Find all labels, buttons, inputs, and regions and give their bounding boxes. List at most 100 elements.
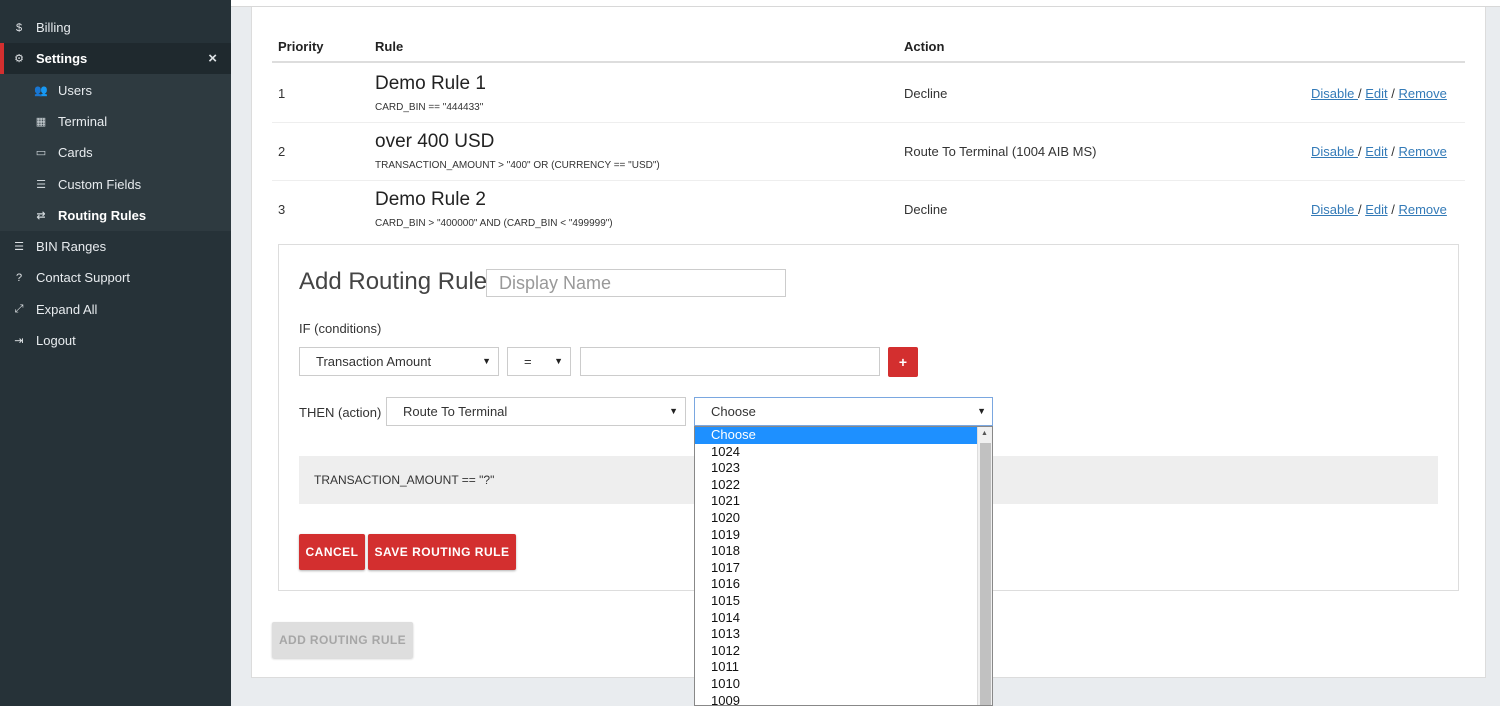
edit-link[interactable]: Edit bbox=[1365, 202, 1387, 217]
header-rule: Rule bbox=[375, 39, 404, 54]
sub-label: Terminal bbox=[58, 114, 108, 129]
nav-expand-all[interactable]: ⤢ Expand All bbox=[0, 294, 231, 325]
calculator-icon: ▦ bbox=[35, 116, 47, 128]
remove-link[interactable]: Remove bbox=[1398, 202, 1446, 217]
save-routing-rule-button[interactable]: SAVE ROUTING RULE bbox=[368, 534, 516, 570]
caret-down-icon: ▼ bbox=[482, 356, 491, 366]
dropdown-option[interactable]: 1014 bbox=[695, 610, 978, 627]
if-label: IF (conditions) bbox=[299, 321, 382, 336]
rule-name: Demo Rule 1 bbox=[375, 73, 486, 94]
row-priority: 1 bbox=[278, 86, 286, 101]
disable-link[interactable]: Disable bbox=[1311, 86, 1358, 101]
dropdown-option[interactable]: Choose bbox=[695, 427, 978, 444]
rule-name: over 400 USD bbox=[375, 131, 495, 152]
nav-billing[interactable]: $ Billing bbox=[0, 12, 231, 43]
remove-link[interactable]: Remove bbox=[1398, 144, 1446, 159]
header-priority: Priority bbox=[278, 39, 324, 54]
row-priority: 2 bbox=[278, 144, 286, 159]
question-circle-icon: ? bbox=[15, 271, 23, 284]
dropdown-scrollbar[interactable]: ▲ bbox=[977, 427, 992, 705]
row-actions: Disable / Edit / Remove bbox=[1311, 144, 1447, 159]
list-icon: ☰ bbox=[14, 241, 24, 253]
dropdown-option[interactable]: 1018 bbox=[695, 543, 978, 560]
row-divider bbox=[272, 180, 1465, 181]
nav-bin-ranges[interactable]: ☰ BIN Ranges bbox=[0, 231, 231, 262]
sub-item-cards[interactable]: ▭ Cards bbox=[0, 137, 231, 168]
disable-link[interactable]: Disable bbox=[1311, 144, 1358, 159]
add-condition-button[interactable]: + bbox=[888, 347, 918, 377]
separator: / bbox=[1387, 202, 1399, 217]
rule-expression: CARD_BIN == "444433" bbox=[375, 102, 484, 113]
separator: / bbox=[1387, 144, 1399, 159]
then-label: THEN (action) bbox=[299, 405, 382, 420]
caret-down-icon: ▼ bbox=[669, 406, 678, 416]
sub-label: Users bbox=[58, 83, 92, 98]
dropdown-option[interactable]: 1016 bbox=[695, 576, 978, 593]
dropdown-option[interactable]: 1022 bbox=[695, 477, 978, 494]
row-priority: 3 bbox=[278, 202, 286, 217]
separator: / bbox=[1387, 86, 1399, 101]
edit-link[interactable]: Edit bbox=[1365, 144, 1387, 159]
exchange-icon: ⇄ bbox=[36, 210, 46, 222]
caret-down-icon: ▼ bbox=[977, 406, 986, 416]
add-routing-rule-button[interactable]: ADD ROUTING RULE bbox=[272, 622, 413, 658]
close-icon[interactable]: × bbox=[208, 50, 217, 67]
nav-label: BIN Ranges bbox=[36, 239, 107, 254]
nav-settings[interactable]: ⚙ Settings × bbox=[0, 43, 231, 74]
dropdown-option[interactable]: 1010 bbox=[695, 676, 978, 693]
top-border bbox=[231, 0, 1500, 7]
dropdown-option[interactable]: 1024 bbox=[695, 444, 978, 461]
dropdown-option[interactable]: 1023 bbox=[695, 460, 978, 477]
nav-label: Expand All bbox=[36, 302, 98, 317]
select-value: Transaction Amount bbox=[316, 354, 432, 369]
sub-item-custom-fields[interactable]: ☰ Custom Fields bbox=[0, 169, 231, 200]
condition-value-input[interactable] bbox=[580, 347, 880, 376]
list-alt-icon: ☰ bbox=[36, 179, 46, 191]
header-action: Action bbox=[904, 39, 945, 54]
terminal-dropdown-list: Choose 1024 1023 1022 1021 1020 1019 101… bbox=[694, 426, 993, 706]
dollar-icon: $ bbox=[15, 21, 23, 34]
sub-item-users[interactable]: 👥 Users bbox=[0, 75, 231, 106]
action-select[interactable]: Route To Terminal ▼ bbox=[386, 397, 686, 426]
condition-field-select[interactable]: Transaction Amount ▼ bbox=[299, 347, 499, 376]
cancel-button[interactable]: CANCEL bbox=[299, 534, 365, 570]
sub-item-terminal[interactable]: ▦ Terminal bbox=[0, 106, 231, 137]
rule-name: Demo Rule 2 bbox=[375, 189, 486, 210]
display-name-input[interactable]: Display Name bbox=[486, 269, 786, 297]
remove-link[interactable]: Remove bbox=[1398, 86, 1446, 101]
disable-link[interactable]: Disable bbox=[1311, 202, 1358, 217]
sub-label: Custom Fields bbox=[58, 177, 142, 192]
sidebar: $ Billing ⚙ Settings × 👥 Users ▦ Termina… bbox=[0, 0, 231, 706]
sub-item-routing-rules[interactable]: ⇄ Routing Rules bbox=[0, 200, 231, 231]
nav-label: Logout bbox=[36, 333, 76, 348]
nav-label: Billing bbox=[36, 20, 71, 35]
dropdown-option[interactable]: 1013 bbox=[695, 626, 978, 643]
dropdown-option[interactable]: 1020 bbox=[695, 510, 978, 527]
scrollbar-thumb[interactable] bbox=[980, 443, 991, 705]
nav-logout[interactable]: ⇥ Logout bbox=[0, 325, 231, 356]
dropdown-option[interactable]: 1011 bbox=[695, 659, 978, 676]
row-actions: Disable / Edit / Remove bbox=[1311, 86, 1447, 101]
nav-label: Contact Support bbox=[36, 270, 130, 285]
rule-expression: CARD_BIN > "400000" AND (CARD_BIN < "499… bbox=[375, 218, 613, 229]
dropdown-option[interactable]: 1019 bbox=[695, 527, 978, 544]
edit-link[interactable]: Edit bbox=[1365, 86, 1387, 101]
dropdown-option[interactable]: 1012 bbox=[695, 643, 978, 660]
cogs-icon: ⚙ bbox=[14, 53, 24, 65]
rule-action: Decline bbox=[904, 86, 948, 101]
scroll-up-icon[interactable]: ▲ bbox=[981, 430, 988, 437]
dropdown-option[interactable]: 1009 bbox=[695, 693, 978, 706]
rule-expression: TRANSACTION_AMOUNT > "400" OR (CURRENCY … bbox=[375, 160, 660, 171]
rule-action: Route To Terminal (1004 AIB MS) bbox=[904, 144, 1097, 159]
rule-action: Decline bbox=[904, 202, 948, 217]
row-divider bbox=[272, 122, 1465, 123]
dropdown-option[interactable]: 1017 bbox=[695, 560, 978, 577]
caret-down-icon: ▼ bbox=[554, 356, 563, 366]
operator-select[interactable]: = ▼ bbox=[507, 347, 571, 376]
nav-contact-support[interactable]: ? Contact Support bbox=[0, 262, 231, 293]
dropdown-option[interactable]: 1021 bbox=[695, 493, 978, 510]
table-header-divider bbox=[272, 61, 1465, 63]
credit-card-icon: ▭ bbox=[35, 147, 47, 159]
terminal-select[interactable]: Choose ▼ bbox=[694, 397, 993, 426]
dropdown-option[interactable]: 1015 bbox=[695, 593, 978, 610]
